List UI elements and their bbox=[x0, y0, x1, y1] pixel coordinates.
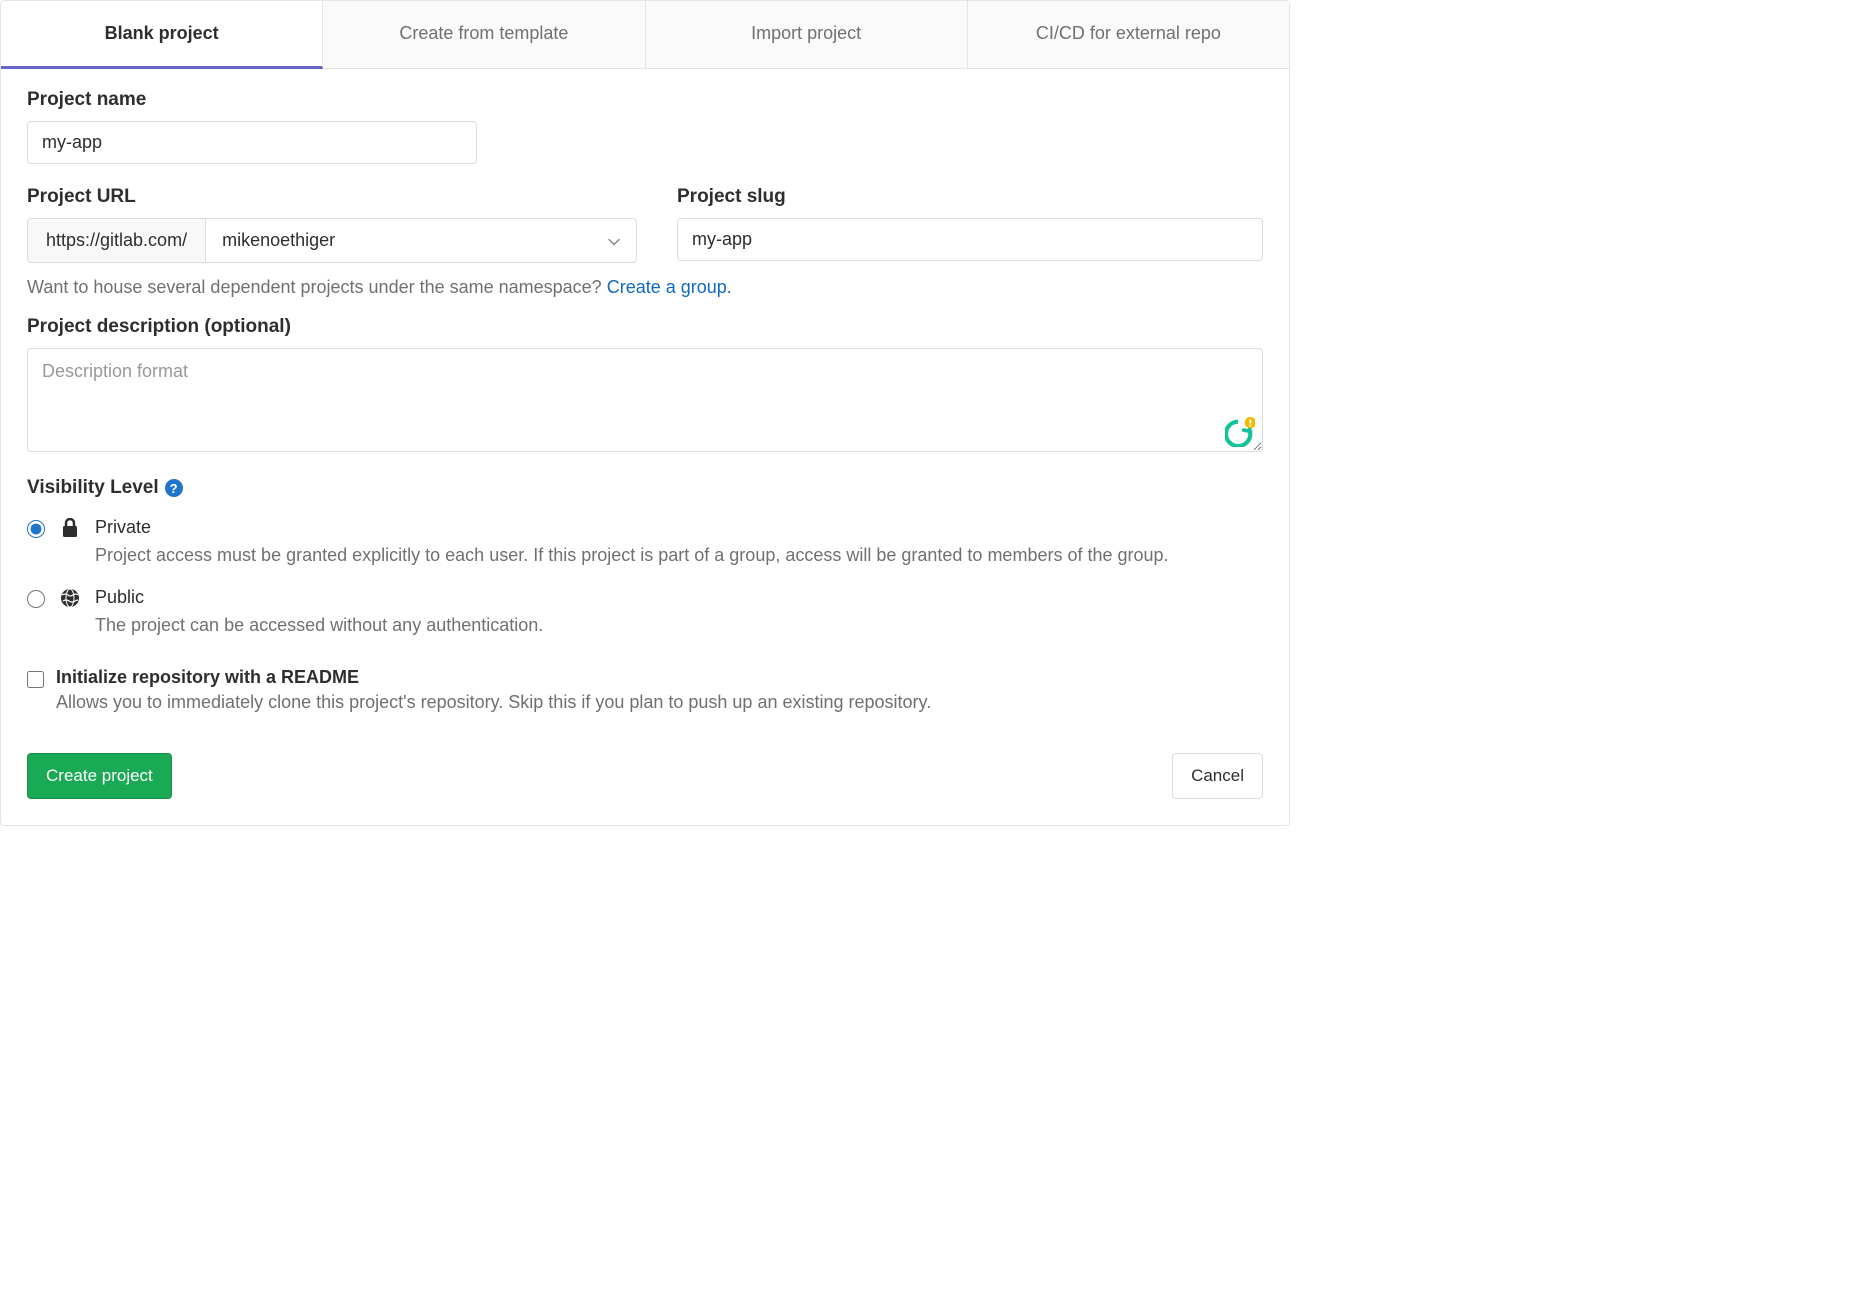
tab-blank-project[interactable]: Blank project bbox=[1, 1, 323, 69]
namespace-select[interactable]: mikenoethiger bbox=[206, 219, 636, 262]
visibility-public-radio[interactable] bbox=[27, 590, 45, 608]
help-icon[interactable]: ? bbox=[165, 479, 183, 497]
create-project-button[interactable]: Create project bbox=[27, 753, 172, 799]
lock-icon bbox=[59, 517, 81, 538]
project-description-input[interactable] bbox=[27, 348, 1263, 452]
chevron-down-icon bbox=[608, 233, 620, 249]
project-url-label: Project URL bbox=[27, 186, 637, 208]
project-name-label: Project name bbox=[27, 89, 1263, 111]
visibility-private-title: Private bbox=[95, 517, 1263, 538]
visibility-private-option[interactable]: Private Project access must be granted e… bbox=[27, 517, 1263, 569]
tab-import-project[interactable]: Import project bbox=[646, 1, 968, 68]
form-body: Project name Project URL https://gitlab.… bbox=[1, 69, 1289, 825]
new-project-form: Blank project Create from template Impor… bbox=[0, 0, 1290, 826]
namespace-hint: Want to house several dependent projects… bbox=[27, 277, 1263, 298]
globe-icon bbox=[59, 587, 81, 608]
project-type-tabs: Blank project Create from template Impor… bbox=[1, 1, 1289, 69]
visibility-public-option[interactable]: Public The project can be accessed witho… bbox=[27, 587, 1263, 639]
namespace-value: mikenoethiger bbox=[222, 230, 335, 251]
visibility-private-desc: Project access must be granted explicitl… bbox=[95, 542, 1263, 569]
visibility-public-title: Public bbox=[95, 587, 1263, 608]
project-slug-input[interactable] bbox=[677, 218, 1263, 261]
create-group-link[interactable]: Create a group. bbox=[607, 277, 732, 297]
visibility-private-radio[interactable] bbox=[27, 520, 45, 538]
project-name-input[interactable] bbox=[27, 121, 477, 164]
tab-cicd-external[interactable]: CI/CD for external repo bbox=[968, 1, 1289, 68]
initialize-readme-option[interactable]: Initialize repository with a README Allo… bbox=[27, 667, 1263, 713]
url-prefix: https://gitlab.com/ bbox=[28, 219, 206, 262]
project-description-label: Project description (optional) bbox=[27, 316, 1263, 338]
initialize-readme-title: Initialize repository with a README bbox=[56, 667, 1263, 688]
visibility-label: Visibility Level bbox=[27, 477, 159, 499]
cancel-button[interactable]: Cancel bbox=[1172, 753, 1263, 799]
project-slug-label: Project slug bbox=[677, 186, 1263, 208]
visibility-public-desc: The project can be accessed without any … bbox=[95, 612, 1263, 639]
initialize-readme-desc: Allows you to immediately clone this pro… bbox=[56, 692, 1263, 713]
hint-text: Want to house several dependent projects… bbox=[27, 277, 607, 297]
project-url-group: https://gitlab.com/ mikenoethiger bbox=[27, 218, 637, 263]
grammarly-icon[interactable] bbox=[1225, 417, 1255, 447]
tab-create-from-template[interactable]: Create from template bbox=[323, 1, 645, 68]
initialize-readme-checkbox[interactable] bbox=[27, 671, 44, 688]
